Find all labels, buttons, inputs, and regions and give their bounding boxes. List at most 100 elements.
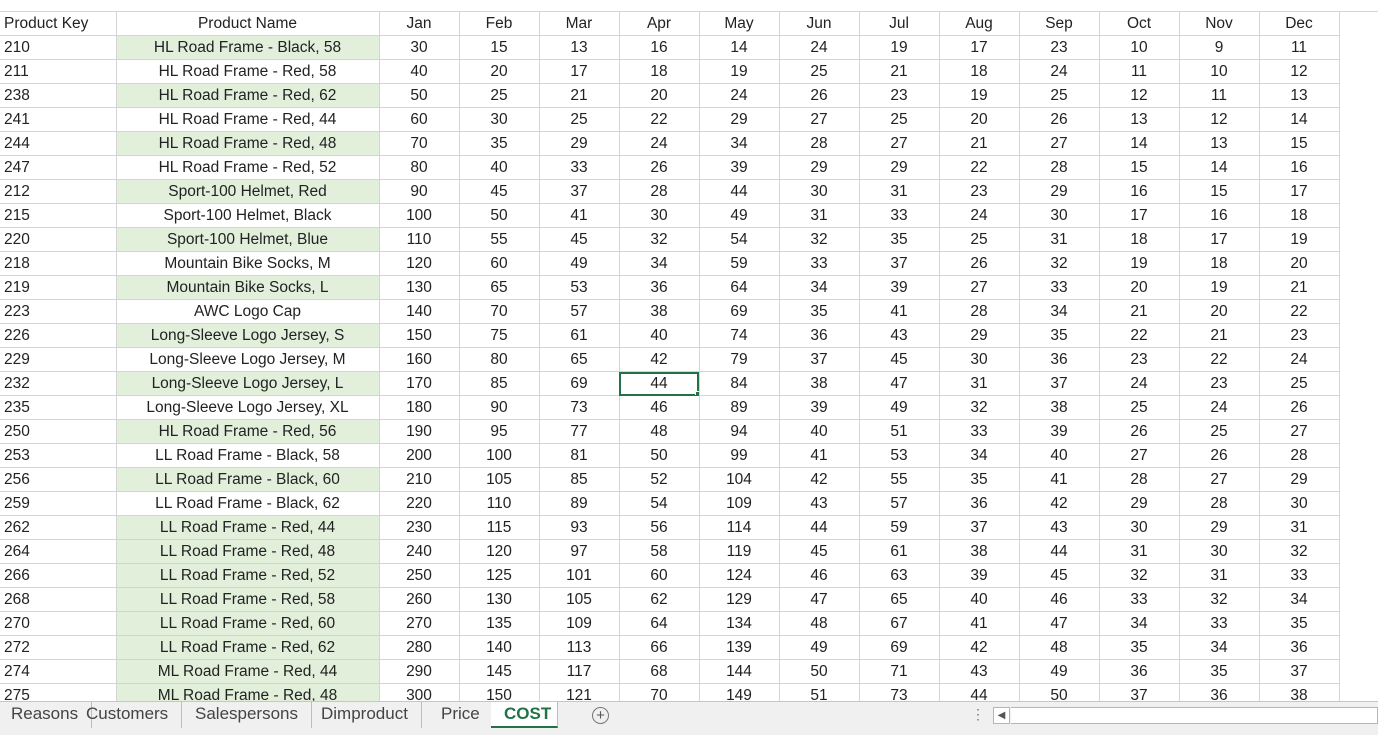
month-value-cell[interactable]: 26 — [939, 251, 1020, 276]
month-value-cell[interactable]: 280 — [379, 635, 460, 660]
product-name-cell[interactable]: HL Road Frame - Red, 62 — [116, 83, 380, 108]
month-value-cell[interactable]: 36 — [1099, 659, 1180, 684]
month-value-cell[interactable]: 17 — [939, 35, 1020, 60]
month-value-cell[interactable]: 23 — [859, 83, 940, 108]
product-name-cell[interactable]: HL Road Frame - Red, 56 — [116, 419, 380, 444]
month-value-cell[interactable]: 69 — [699, 299, 780, 324]
month-value-cell[interactable]: 49 — [539, 251, 620, 276]
month-value-cell[interactable]: 68 — [619, 659, 700, 684]
product-key-cell[interactable]: 250 — [0, 419, 117, 444]
month-value-cell[interactable]: 150 — [459, 683, 540, 701]
product-name-cell[interactable]: LL Road Frame - Red, 52 — [116, 563, 380, 588]
month-value-cell[interactable]: 10 — [1099, 35, 1180, 60]
month-value-cell[interactable]: 45 — [1019, 563, 1100, 588]
month-value-cell[interactable]: 37 — [859, 251, 940, 276]
month-value-cell[interactable]: 13 — [1259, 83, 1340, 108]
month-value-cell[interactable]: 25 — [459, 83, 540, 108]
month-value-cell[interactable]: 40 — [1019, 443, 1100, 468]
month-value-cell[interactable]: 30 — [379, 35, 460, 60]
product-key-cell[interactable]: 274 — [0, 659, 117, 684]
month-value-cell[interactable]: 12 — [1259, 59, 1340, 84]
month-value-cell[interactable]: 44 — [939, 683, 1020, 701]
month-value-cell[interactable]: 29 — [699, 107, 780, 132]
product-key-cell[interactable]: 241 — [0, 107, 117, 132]
month-value-cell[interactable]: 64 — [699, 275, 780, 300]
month-value-cell[interactable]: 32 — [619, 227, 700, 252]
month-value-cell[interactable]: 21 — [859, 59, 940, 84]
product-name-cell[interactable]: LL Road Frame - Red, 62 — [116, 635, 380, 660]
month-value-cell[interactable]: 45 — [859, 347, 940, 372]
month-value-cell[interactable]: 65 — [859, 587, 940, 612]
product-key-cell[interactable]: 244 — [0, 131, 117, 156]
month-value-cell[interactable]: 49 — [699, 203, 780, 228]
month-value-cell[interactable]: 22 — [1099, 323, 1180, 348]
month-value-cell[interactable]: 47 — [859, 371, 940, 396]
product-key-cell[interactable]: 275 — [0, 683, 117, 701]
product-key-cell[interactable]: 219 — [0, 275, 117, 300]
month-value-cell[interactable]: 49 — [1019, 659, 1100, 684]
month-value-cell[interactable]: 12 — [1179, 107, 1260, 132]
month-value-cell[interactable]: 57 — [859, 491, 940, 516]
month-value-cell[interactable]: 9 — [1179, 35, 1260, 60]
month-value-cell[interactable]: 51 — [779, 683, 860, 701]
month-value-cell[interactable]: 42 — [779, 467, 860, 492]
product-name-cell[interactable]: Long-Sleeve Logo Jersey, L — [116, 371, 380, 396]
month-value-cell[interactable]: 61 — [539, 323, 620, 348]
product-key-cell[interactable]: 211 — [0, 59, 117, 84]
product-name-cell[interactable]: LL Road Frame - Red, 58 — [116, 587, 380, 612]
month-value-cell[interactable]: 35 — [1019, 323, 1100, 348]
month-value-cell[interactable]: 18 — [619, 59, 700, 84]
month-value-cell[interactable]: 180 — [379, 395, 460, 420]
month-value-cell[interactable]: 56 — [619, 515, 700, 540]
month-value-cell[interactable]: 66 — [619, 635, 700, 660]
spreadsheet-grid[interactable]: Product Key Product Name Jan Feb Mar Apr May Ju… — [0, 0, 1378, 701]
month-value-cell[interactable]: 24 — [619, 131, 700, 156]
month-value-cell[interactable]: 50 — [379, 83, 460, 108]
month-value-cell[interactable]: 37 — [539, 179, 620, 204]
product-name-cell[interactable]: HL Road Frame - Red, 44 — [116, 107, 380, 132]
month-value-cell[interactable]: 24 — [1019, 59, 1100, 84]
month-value-cell[interactable]: 23 — [1179, 371, 1260, 396]
month-value-cell[interactable]: 99 — [699, 443, 780, 468]
product-key-cell[interactable]: 266 — [0, 563, 117, 588]
month-value-cell[interactable]: 43 — [1019, 515, 1100, 540]
month-value-cell[interactable]: 120 — [379, 251, 460, 276]
month-value-cell[interactable]: 19 — [939, 83, 1020, 108]
month-value-cell[interactable]: 41 — [779, 443, 860, 468]
product-key-cell[interactable]: 259 — [0, 491, 117, 516]
month-value-cell[interactable]: 145 — [459, 659, 540, 684]
tab-cost[interactable]: COST — [491, 702, 558, 728]
month-value-cell[interactable]: 23 — [1099, 347, 1180, 372]
month-value-cell[interactable]: 34 — [1019, 299, 1100, 324]
product-name-cell[interactable]: Sport-100 Helmet, Black — [116, 203, 380, 228]
month-value-cell[interactable]: 11 — [1179, 83, 1260, 108]
month-value-cell[interactable]: 31 — [939, 371, 1020, 396]
month-value-cell[interactable]: 17 — [1099, 203, 1180, 228]
month-value-cell[interactable]: 34 — [1259, 587, 1340, 612]
month-value-cell[interactable]: 190 — [379, 419, 460, 444]
month-value-cell[interactable]: 37 — [1259, 659, 1340, 684]
month-value-cell[interactable]: 41 — [939, 611, 1020, 636]
month-value-cell[interactable]: 16 — [619, 35, 700, 60]
month-value-cell[interactable]: 28 — [939, 299, 1020, 324]
month-value-cell[interactable]: 27 — [1019, 131, 1100, 156]
month-value-cell[interactable]: 35 — [1099, 635, 1180, 660]
month-value-cell[interactable]: 85 — [539, 467, 620, 492]
month-value-cell[interactable]: 14 — [699, 35, 780, 60]
month-value-cell[interactable]: 50 — [779, 659, 860, 684]
column-header[interactable]: Jul — [859, 12, 940, 36]
month-value-cell[interactable]: 38 — [1259, 683, 1340, 701]
month-value-cell[interactable]: 240 — [379, 539, 460, 564]
month-value-cell[interactable]: 134 — [699, 611, 780, 636]
month-value-cell[interactable]: 58 — [619, 539, 700, 564]
month-value-cell[interactable]: 105 — [459, 467, 540, 492]
month-value-cell[interactable]: 32 — [1259, 539, 1340, 564]
product-name-cell[interactable]: Sport-100 Helmet, Red — [116, 179, 380, 204]
month-value-cell[interactable]: 69 — [539, 371, 620, 396]
month-value-cell[interactable]: 119 — [699, 539, 780, 564]
month-value-cell[interactable]: 24 — [699, 83, 780, 108]
month-value-cell[interactable]: 29 — [1019, 179, 1100, 204]
month-value-cell[interactable]: 120 — [459, 539, 540, 564]
product-key-cell[interactable]: 264 — [0, 539, 117, 564]
product-key-cell[interactable]: 262 — [0, 515, 117, 540]
